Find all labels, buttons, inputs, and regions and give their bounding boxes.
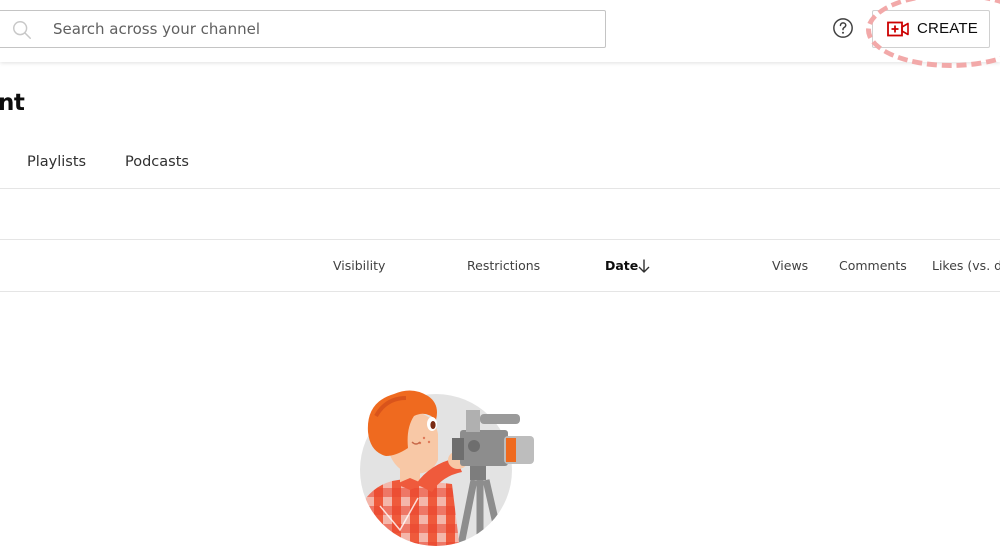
top-header: CREATE	[0, 0, 1000, 62]
column-comments[interactable]: Comments	[839, 258, 907, 273]
tab-playlists[interactable]: Playlists	[27, 154, 86, 170]
column-views[interactable]: Views	[772, 258, 808, 273]
page-title: nt	[0, 90, 25, 116]
help-circle-icon[interactable]	[832, 17, 854, 39]
column-visibility[interactable]: Visibility	[333, 258, 385, 273]
create-button-label: CREATE	[917, 20, 978, 37]
studio-content-page: CREATE nt Playlists Podcasts Visibility …	[0, 0, 1000, 560]
column-likes[interactable]: Likes (vs. di	[932, 258, 1000, 273]
tab-podcasts[interactable]: Podcasts	[125, 154, 189, 170]
sort-descending-arrow-icon[interactable]	[637, 258, 651, 274]
video-plus-icon	[887, 21, 909, 37]
filter-bar[interactable]	[0, 190, 1000, 240]
table-header: Visibility Restrictions Date Views Comme…	[0, 241, 1000, 292]
column-date[interactable]: Date	[605, 258, 638, 273]
channel-search-box[interactable]	[0, 10, 606, 48]
create-button[interactable]: CREATE	[872, 10, 990, 48]
content-tabs: Playlists Podcasts	[0, 140, 1000, 189]
search-input[interactable]	[53, 11, 583, 47]
videographer-illustration	[360, 390, 534, 546]
search-icon	[13, 21, 31, 39]
column-restrictions[interactable]: Restrictions	[467, 258, 540, 273]
